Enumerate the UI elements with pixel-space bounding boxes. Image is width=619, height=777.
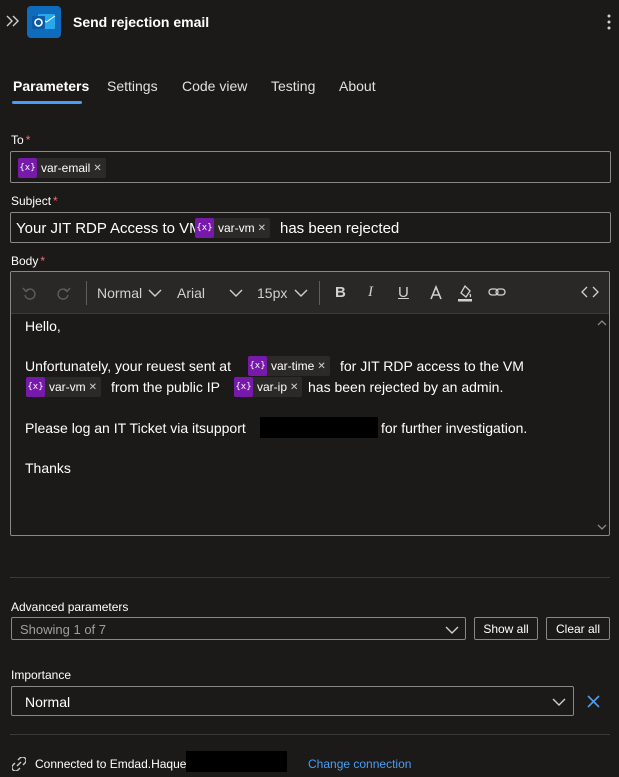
font-size-dropdown[interactable]: 15px — [257, 285, 287, 301]
token-var-vm[interactable]: {x} var-vm ✕ — [195, 218, 271, 238]
variable-icon: {x} — [234, 377, 253, 397]
body-line-greeting: Hello, — [25, 318, 61, 334]
connection-status: Connected to Emdad.Haque — [35, 757, 187, 771]
dropdown-value: Normal — [25, 694, 71, 710]
to-field[interactable]: {x} var-email ✕ — [10, 151, 611, 183]
bold-icon[interactable]: B — [335, 284, 346, 301]
token-label: var-vm — [49, 380, 86, 394]
paragraph-style-dropdown[interactable]: Normal — [97, 285, 142, 301]
body-line-text: for JIT RDP access to the VM — [340, 358, 524, 374]
change-connection-link[interactable]: Change connection — [308, 757, 411, 771]
body-editor[interactable]: Normal Arial 15px B I U Hello, Unfortuna… — [10, 271, 610, 536]
action-title: Send rejection email — [73, 14, 210, 30]
body-line-signoff: Thanks — [25, 460, 71, 476]
dropdown-value: Showing 1 of 7 — [20, 622, 107, 637]
editor-toolbar: Normal Arial 15px B I U — [11, 272, 609, 314]
advanced-parameters-dropdown[interactable]: Showing 1 of 7 — [11, 617, 466, 640]
variable-icon: {x} — [18, 158, 37, 178]
body-label: Body * — [11, 254, 46, 268]
double-chevron-right-icon[interactable] — [5, 12, 21, 30]
importance-dropdown[interactable]: Normal — [11, 686, 574, 716]
chevron-down-icon — [445, 626, 459, 634]
font-color-icon[interactable] — [429, 285, 443, 301]
editor-content[interactable]: Hello, Unfortunately, your reuest sent a… — [11, 314, 594, 535]
toolbar-divider — [319, 281, 320, 305]
remove-parameter-icon[interactable] — [586, 694, 601, 709]
editor-scrollbar[interactable] — [595, 315, 609, 535]
remove-token-icon[interactable]: ✕ — [290, 382, 298, 393]
importance-label: Importance — [11, 668, 72, 682]
chevron-down-icon[interactable] — [294, 288, 308, 298]
section-divider — [10, 577, 610, 578]
token-var-vm[interactable]: {x} var-vm ✕ — [26, 377, 102, 397]
chevron-down-icon[interactable] — [229, 288, 243, 298]
tab-list: Parameters Settings Code view Testing Ab… — [0, 70, 619, 106]
remove-token-icon[interactable]: ✕ — [317, 361, 325, 372]
body-line-text: from the public IP — [111, 379, 220, 395]
tab-parameters[interactable]: Parameters — [13, 78, 89, 94]
body-line-text: for further investigation. — [381, 420, 528, 436]
chevron-down-icon[interactable] — [148, 288, 162, 298]
link-icon[interactable] — [488, 286, 506, 298]
code-view-icon[interactable] — [581, 286, 599, 298]
underline-icon[interactable]: U — [398, 284, 409, 301]
remove-token-icon[interactable]: ✕ — [89, 382, 97, 393]
advanced-parameters-label: Advanced parameters — [11, 600, 129, 614]
token-var-ip[interactable]: {x} var-ip ✕ — [234, 377, 303, 397]
tab-code-view[interactable]: Code view — [182, 78, 247, 94]
tab-settings[interactable]: Settings — [107, 78, 158, 94]
tab-about[interactable]: About — [339, 78, 376, 94]
redacted-block — [186, 751, 287, 772]
italic-icon[interactable]: I — [368, 284, 373, 301]
highlight-icon[interactable] — [457, 283, 473, 303]
action-header: Send rejection email — [0, 0, 619, 44]
token-label: var-ip — [257, 380, 288, 394]
subject-field[interactable]: Your JIT RDP Access to VM {x} var-vm ✕ h… — [10, 212, 611, 243]
toolbar-divider — [86, 281, 87, 305]
tab-testing[interactable]: Testing — [271, 78, 315, 94]
token-label: var-time — [271, 359, 315, 373]
undo-icon[interactable] — [22, 285, 38, 301]
subject-text-before: Your JIT RDP Access to VM — [16, 220, 202, 237]
show-all-button[interactable]: Show all — [474, 617, 538, 640]
font-family-dropdown[interactable]: Arial — [177, 285, 205, 301]
outlook-icon — [27, 6, 61, 38]
redacted-block — [260, 417, 378, 438]
section-divider — [10, 734, 610, 735]
redo-icon[interactable] — [55, 285, 71, 301]
remove-token-icon[interactable]: ✕ — [93, 163, 101, 174]
body-line-text: has been rejected by an admin. — [308, 379, 504, 395]
subject-label: Subject * — [11, 194, 58, 208]
more-vertical-icon[interactable] — [604, 13, 614, 31]
to-label: To * — [11, 133, 31, 147]
remove-token-icon[interactable]: ✕ — [258, 223, 266, 234]
clear-all-button[interactable]: Clear all — [546, 617, 610, 640]
body-line-text: Please log an IT Ticket via itsupport — [25, 420, 246, 436]
token-label: var-vm — [218, 221, 255, 235]
token-var-email[interactable]: {x} var-email ✕ — [18, 158, 106, 178]
token-var-time[interactable]: {x} var-time ✕ — [248, 356, 330, 376]
chevron-down-icon — [552, 698, 566, 706]
subject-text-after: has been rejected — [280, 220, 400, 237]
body-line-text: Unfortunately, your reuest sent at — [25, 358, 231, 374]
variable-icon: {x} — [26, 377, 45, 397]
connection-icon — [12, 757, 26, 771]
active-tab-indicator — [12, 101, 82, 104]
token-label: var-email — [41, 161, 91, 175]
variable-icon: {x} — [248, 356, 267, 376]
variable-icon: {x} — [195, 218, 214, 238]
